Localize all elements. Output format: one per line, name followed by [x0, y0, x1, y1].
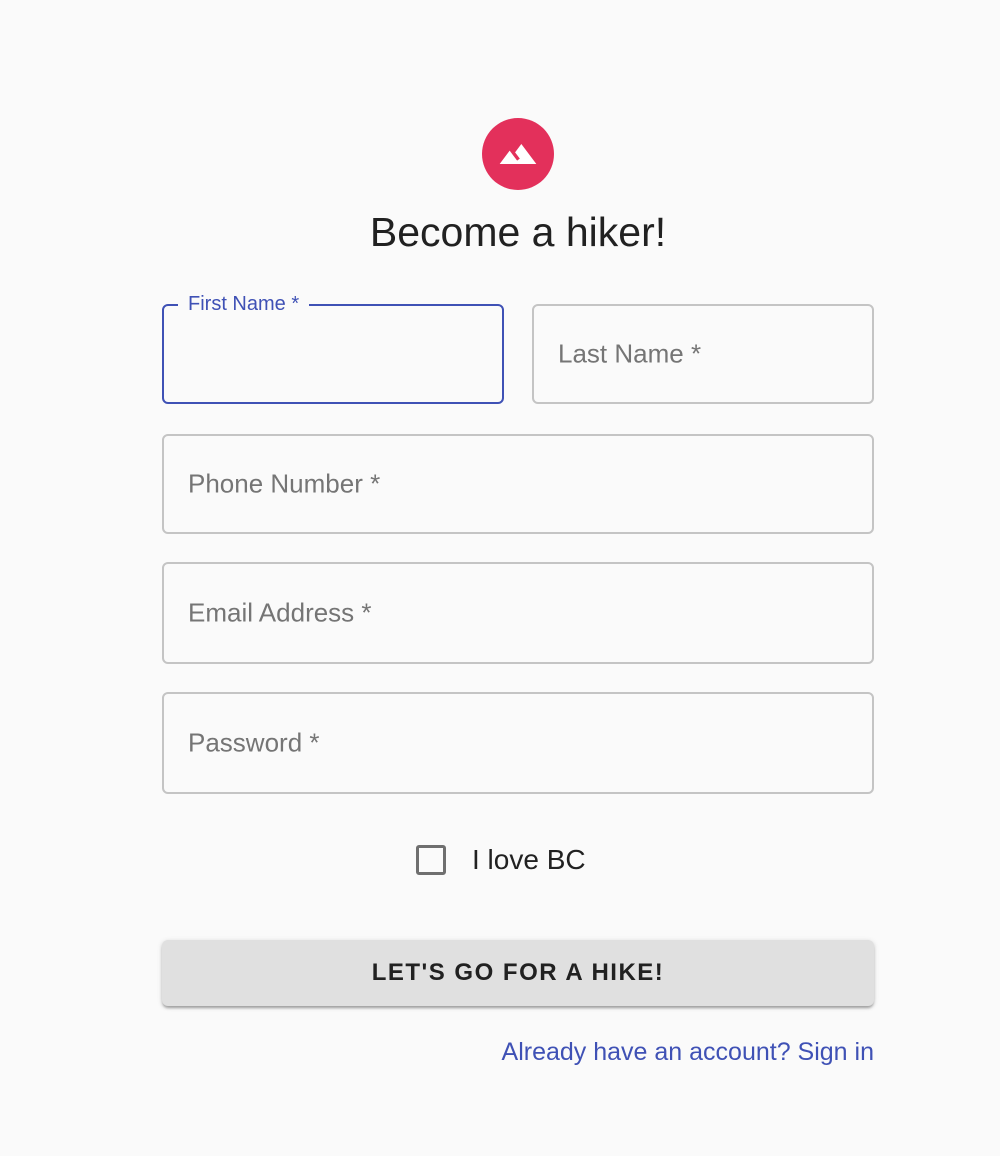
password-input[interactable]	[164, 694, 872, 792]
submit-button[interactable]: LET'S GO FOR A HIKE!	[162, 940, 874, 1006]
password-field[interactable]: Password *	[162, 692, 874, 794]
i-love-bc-checkbox-row[interactable]: I love BC	[416, 840, 586, 880]
sign-in-link[interactable]: Already have an account? Sign in	[502, 1038, 874, 1067]
terrain-icon	[499, 144, 537, 164]
last-name-input[interactable]	[534, 306, 872, 402]
last-name-field[interactable]: Last Name *	[532, 304, 874, 404]
phone-number-field[interactable]: Phone Number *	[162, 434, 874, 534]
phone-number-input[interactable]	[164, 436, 872, 532]
avatar	[482, 118, 554, 190]
first-name-field[interactable]: First Name *	[162, 292, 504, 404]
first-name-input[interactable]	[164, 306, 502, 402]
i-love-bc-label: I love BC	[472, 844, 586, 875]
page-title: Become a hiker!	[369, 209, 667, 255]
i-love-bc-checkbox[interactable]	[416, 845, 446, 875]
email-address-input[interactable]	[164, 564, 872, 662]
email-address-field[interactable]: Email Address *	[162, 562, 874, 664]
